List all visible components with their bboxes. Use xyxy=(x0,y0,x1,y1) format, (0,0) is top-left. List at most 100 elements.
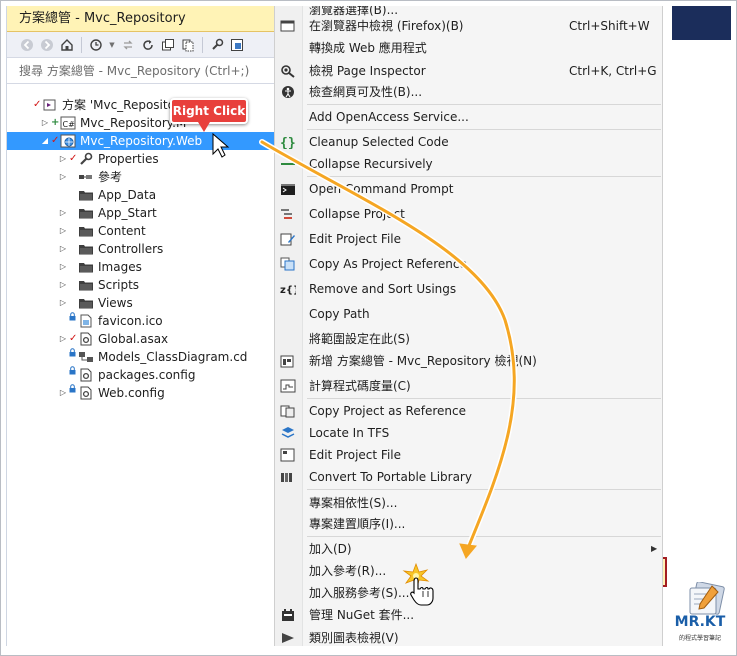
tree-node[interactable]: ▷ Images xyxy=(7,258,274,276)
folder-icon xyxy=(77,278,95,292)
collapsed-arrow-icon[interactable]: ▷ xyxy=(57,168,69,186)
dropdown-arrow-icon[interactable]: ▼ xyxy=(108,37,116,53)
collapsed-arrow-icon[interactable]: ▷ xyxy=(57,204,69,222)
tree-node-label: packages.config xyxy=(98,368,196,382)
tree-node[interactable]: ▷ Content xyxy=(7,222,274,240)
tree-node[interactable]: ▷ ✓ Properties xyxy=(7,150,274,168)
menu-item[interactable]: Copy Project as Reference xyxy=(275,401,662,421)
collapsed-arrow-icon[interactable]: ▷ xyxy=(57,276,69,294)
menu-item[interactable]: {} Cleanup Selected Code xyxy=(275,132,662,152)
menu-item[interactable]: 在瀏覽器中檢視 (Firefox)(B) Ctrl+Shift+W xyxy=(275,16,662,36)
references-icon xyxy=(77,170,95,184)
folder-icon xyxy=(77,296,95,310)
menu-item-label: Locate In TFS xyxy=(309,426,390,440)
tree-node-label: Scripts xyxy=(98,278,140,292)
menu-item[interactable]: Edit Project File xyxy=(275,445,662,465)
menu-item[interactable]: Open Command Prompt xyxy=(275,179,662,199)
tree-node[interactable]: ▷ Views xyxy=(7,294,274,312)
menu-item[interactable]: Copy As Project Reference xyxy=(275,254,662,274)
tree-node[interactable]: Models_ClassDiagram.cd xyxy=(7,348,274,366)
menu-separator xyxy=(307,176,661,177)
braces-icon: {} xyxy=(280,134,296,150)
tree-node[interactable]: favicon.ico xyxy=(7,312,274,330)
edit-project-icon xyxy=(280,447,296,463)
menu-item[interactable]: Add OpenAccess Service... xyxy=(275,107,662,127)
menu-item[interactable]: 加入服務參考(S)... xyxy=(275,583,662,603)
menu-item[interactable]: 專案建置順序(I)... xyxy=(275,514,662,534)
collapse-icon xyxy=(280,156,296,172)
refresh-icon[interactable] xyxy=(140,37,156,53)
menu-item[interactable]: 將範圍設定在此(S) xyxy=(275,329,662,349)
menu-item[interactable]: Convert To Portable Library xyxy=(275,467,662,487)
menu-item[interactable]: 類別圖表檢視(V) xyxy=(275,628,662,646)
solution-explorer-search-input[interactable]: 搜尋 方案總管 - Mvc_Repository (Ctrl+;) xyxy=(7,58,274,84)
menu-item[interactable]: 專案相依性(S)... xyxy=(275,493,662,513)
menu-item[interactable]: 管理 NuGet 套件... xyxy=(275,605,662,625)
collapsed-arrow-icon[interactable]: ▷ xyxy=(39,114,51,132)
tree-node[interactable]: ▷ Controllers xyxy=(7,240,274,258)
menu-item[interactable]: Collapse Recursively xyxy=(275,154,662,174)
folder-icon xyxy=(77,260,95,274)
menu-item-label: 加入(D) xyxy=(309,542,352,556)
tree-node[interactable]: App_Data xyxy=(7,186,274,204)
tree-node[interactable]: ◢ ✓ Mvc_Repository.Web xyxy=(7,132,274,150)
forward-icon[interactable] xyxy=(39,37,55,53)
tree-node[interactable]: ▷ 參考 xyxy=(7,168,274,186)
collapsed-arrow-icon[interactable]: ▷ xyxy=(57,294,69,312)
collapsed-arrow-icon[interactable]: ▷ xyxy=(57,258,69,276)
menu-item[interactable]: Collapse Project xyxy=(275,204,662,224)
menu-item[interactable]: 新增 方案總管 - Mvc_Repository 檢視(N) xyxy=(275,351,662,371)
menu-item-add-reference[interactable]: 加入參考(R)... xyxy=(275,561,662,581)
svg-text:{}: {} xyxy=(280,136,296,149)
tree-node[interactable]: ▷ ✓ Global.asax xyxy=(7,330,274,348)
menu-item[interactable]: 計算程式碼度量(C) xyxy=(275,376,662,396)
svg-text:C#: C# xyxy=(63,120,76,129)
properties-icon[interactable] xyxy=(209,37,225,53)
menu-item-label: Open Command Prompt xyxy=(309,182,454,196)
menu-item-label: Remove and Sort Usings xyxy=(309,282,457,296)
menu-item[interactable]: Edit Project File xyxy=(275,229,662,249)
menu-item[interactable]: 檢查網頁可及性(B)... xyxy=(275,82,662,102)
tree-node-label: App_Data xyxy=(98,188,157,202)
logo-text: MR.KT xyxy=(674,614,726,630)
menu-separator xyxy=(307,489,661,490)
lock-icon xyxy=(69,366,77,384)
menu-item[interactable]: Locate In TFS xyxy=(275,423,662,443)
window-corner xyxy=(672,6,731,40)
collapsed-arrow-icon[interactable]: ▷ xyxy=(57,222,69,240)
preview-icon[interactable] xyxy=(229,37,245,53)
svg-text:z{}: z{} xyxy=(280,285,296,296)
menu-item[interactable]: 檢視 Page Inspector Ctrl+K, Ctrl+G xyxy=(275,61,662,81)
class-view-icon xyxy=(280,630,296,646)
menu-item[interactable]: Copy Path xyxy=(275,304,662,324)
tree-node[interactable]: ▷ App_Start xyxy=(7,204,274,222)
tree-node[interactable]: ▷ Web.config xyxy=(7,384,274,402)
tree-node[interactable]: packages.config xyxy=(7,366,274,384)
accessibility-icon xyxy=(280,84,296,100)
menu-item[interactable]: 加入(D) ▶ xyxy=(275,539,662,559)
menu-item[interactable]: 轉換成 Web 應用程式 xyxy=(275,38,662,58)
sync-icon[interactable] xyxy=(120,37,136,53)
collapse-all-icon[interactable] xyxy=(160,37,176,53)
collapsed-arrow-icon[interactable]: ▷ xyxy=(57,384,69,402)
expanded-arrow-icon[interactable]: ◢ xyxy=(39,132,51,150)
collapsed-arrow-icon[interactable]: ▷ xyxy=(57,240,69,258)
collapsed-arrow-icon[interactable]: ▷ xyxy=(57,330,69,348)
lock-icon xyxy=(69,384,77,402)
tree-node[interactable]: ▷ Scripts xyxy=(7,276,274,294)
show-all-files-icon[interactable] xyxy=(180,37,196,53)
config-file-icon xyxy=(77,368,95,382)
menu-item[interactable]: z{} Remove and Sort Usings xyxy=(275,279,662,299)
browser-icon xyxy=(280,18,296,34)
tree-node-label: Content xyxy=(98,224,146,238)
home-icon[interactable] xyxy=(59,37,75,53)
plus-icon: + xyxy=(51,117,60,128)
tree-node-label: Views xyxy=(98,296,133,310)
back-icon[interactable] xyxy=(19,37,35,53)
tree-node-label: Mvc_Repository.Web xyxy=(80,134,203,148)
collapsed-arrow-icon[interactable]: ▷ xyxy=(57,150,69,168)
history-icon[interactable] xyxy=(88,37,104,53)
tree-node-label: App_Start xyxy=(98,206,157,220)
menu-item-label: Edit Project File xyxy=(309,232,402,246)
submenu-arrow-icon: ▶ xyxy=(651,544,658,553)
